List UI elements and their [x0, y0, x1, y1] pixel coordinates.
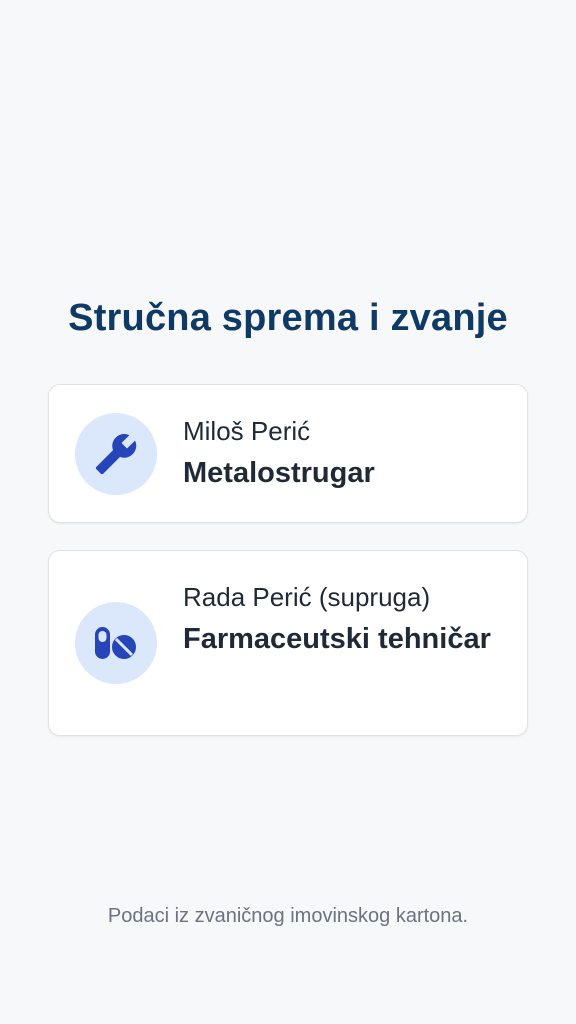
wrench-icon-badge: [75, 413, 157, 495]
person-name: Rada Perić (supruga): [183, 582, 431, 612]
card-text: Rada Perić (supruga) Farmaceutski tehnič…: [183, 581, 507, 662]
profession-card-milos: Miloš Perić Metalostrugar: [48, 384, 528, 523]
screen: Stručna sprema i zvanje Miloš Perić Meta…: [0, 0, 576, 1024]
page-title: Stručna sprema i zvanje: [68, 297, 508, 339]
profession-card-rada: Rada Perić (supruga) Farmaceutski tehnič…: [48, 550, 528, 736]
card-text: Miloš Perić Metalostrugar: [183, 415, 507, 496]
profession-label: Metalostrugar: [183, 457, 375, 489]
wrench-icon: [95, 434, 137, 475]
footer-note: Podaci iz zvaničnog imovinskog kartona.: [107, 905, 469, 927]
pills-icon: [95, 627, 136, 659]
profession-label: Farmaceutski tehničar: [183, 623, 491, 655]
person-name: Miloš Perić: [183, 416, 311, 446]
pills-icon-badge: [75, 602, 157, 684]
